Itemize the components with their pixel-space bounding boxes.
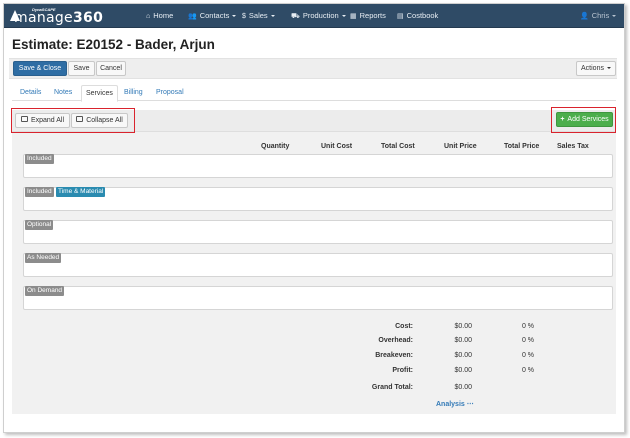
column-total-price: Total Price [504, 143, 540, 150]
tab-notes[interactable]: Notes [50, 85, 76, 101]
nav-contacts-label: Contacts [199, 11, 230, 20]
user-menu[interactable]: 👤 Chris [580, 4, 617, 28]
summary-label: Breakeven: [375, 352, 413, 359]
collapse-all-label: Collapse All [86, 117, 123, 124]
cancel-button[interactable]: Cancel [96, 61, 126, 76]
add-services-button[interactable]: + Add Services [556, 112, 613, 127]
page-title: Estimate: E20152 - Bader, Arjun [12, 37, 215, 52]
nav-sales[interactable]: $ Sales [242, 4, 275, 28]
save-close-button[interactable]: Save & Close [13, 61, 67, 76]
user-icon: 👤 [580, 13, 589, 20]
brand-name: manage360 [14, 10, 103, 26]
actions-dropdown[interactable]: Actions [576, 61, 616, 76]
expand-all-label: Expand All [30, 117, 65, 124]
home-icon: ⌂ [146, 13, 151, 20]
time-material-badge: Time & Material [56, 187, 106, 197]
section-on-demand[interactable]: On Demand [23, 286, 613, 310]
summary-value: $0.00 [454, 323, 472, 330]
summary-label: Cost: [395, 323, 413, 330]
chevron-down-icon [606, 67, 611, 70]
chart-icon: ▦ [350, 13, 357, 20]
app-window: DynaSCAPE manage360 ⌂ Home 👥 Contacts $ Sal… [3, 3, 625, 433]
save-button[interactable]: Save [68, 61, 95, 76]
actions-label: Actions [581, 65, 604, 72]
section-included-time-material[interactable]: Included Time & Material [23, 187, 613, 211]
tab-services[interactable]: Services [81, 85, 118, 102]
action-toolbar: Save & Close Save Cancel Actions [9, 58, 617, 79]
plus-icon: + [560, 116, 565, 123]
summary-percent: 0 % [521, 337, 534, 344]
chevron-down-icon [341, 15, 346, 18]
folder-icon [76, 116, 84, 123]
column-unit-price: Unit Price [444, 143, 477, 150]
nav-home-label: Home [153, 11, 174, 20]
truck-icon: ⛟ [291, 13, 300, 20]
book-icon: ▤ [397, 13, 404, 20]
column-quantity: Quantity [261, 143, 290, 150]
nav-reports-label: Reports [359, 11, 386, 20]
grand-total-value: $0.00 [454, 384, 472, 391]
summary-percent: 0 % [521, 323, 534, 330]
nav-sales-label: Sales [248, 11, 268, 20]
folder-open-icon [20, 116, 28, 123]
brand-prefix: manage [14, 10, 73, 26]
currency-icon: $ [242, 13, 246, 20]
nav-home[interactable]: ⌂ Home [146, 4, 173, 28]
summary-value: $0.00 [454, 367, 472, 374]
nav-costbook-label: Costbook [406, 11, 439, 20]
expand-all-button[interactable]: Expand All [15, 113, 70, 128]
column-unit-cost: Unit Cost [321, 143, 353, 150]
tab-billing[interactable]: Billing [120, 85, 147, 101]
nav-production[interactable]: ⛟ Production [291, 4, 346, 28]
brand-suffix: 360 [72, 10, 104, 26]
section-optional[interactable]: Optional [23, 220, 613, 244]
collapse-all-button[interactable]: Collapse All [71, 113, 128, 128]
summary-label: Profit: [392, 367, 413, 374]
chevron-down-icon [232, 15, 237, 18]
user-name: Chris [591, 11, 610, 20]
section-label: On Demand [25, 286, 65, 296]
summary-value: $0.00 [454, 337, 472, 344]
section-included[interactable]: Included [23, 154, 613, 178]
more-icon: ⋯ [466, 401, 474, 408]
summary-percent: 0 % [521, 352, 534, 359]
section-label: Optional [25, 220, 54, 230]
estimate-tabs: Details Notes Services Billing Proposal [12, 83, 616, 102]
tab-proposal[interactable]: Proposal [152, 85, 188, 101]
chevron-down-icon [270, 15, 275, 18]
grand-total-label: Grand Total: [371, 384, 413, 391]
summary-label: Overhead: [378, 337, 413, 344]
tab-details[interactable]: Details [16, 85, 45, 101]
summary-percent: 0 % [521, 367, 534, 374]
nav-contacts[interactable]: 👥 Contacts [188, 4, 237, 28]
nav-production-label: Production [302, 11, 339, 20]
section-label: As Needed [25, 253, 62, 263]
nav-reports[interactable]: ▦ Reports [350, 4, 386, 28]
section-label: Included [25, 187, 54, 197]
analysis-link[interactable]: Analysis ⋯ [436, 400, 474, 408]
section-label: Included [25, 154, 54, 164]
analysis-label: Analysis [436, 401, 465, 408]
section-as-needed[interactable]: As Needed [23, 253, 613, 277]
users-icon: 👥 [188, 13, 197, 20]
column-sales-tax: Sales Tax [557, 143, 589, 150]
top-navbar: DynaSCAPE manage360 ⌂ Home 👥 Contacts $ Sal… [4, 4, 624, 28]
add-services-label: Add Services [567, 116, 609, 123]
summary-value: $0.00 [454, 352, 472, 359]
column-total-cost: Total Cost [381, 143, 415, 150]
chevron-down-icon [612, 15, 617, 18]
nav-costbook[interactable]: ▤ Costbook [397, 4, 438, 28]
